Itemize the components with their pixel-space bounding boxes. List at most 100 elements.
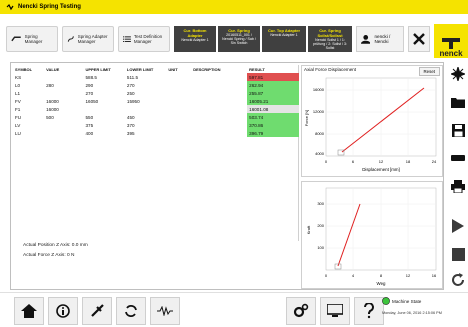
bottom-adapter-value: Nencki Adapter 1 bbox=[181, 38, 209, 42]
adapter-manager-label: Spring Adapter Manager bbox=[77, 34, 108, 44]
table-cell-lower: 450 bbox=[126, 114, 135, 120]
table-cell-value bbox=[44, 73, 83, 81]
save-button[interactable] bbox=[448, 118, 468, 142]
table-cell-unit bbox=[166, 89, 191, 97]
spring-sollst-info: Cur. Spring Sollst/Sollsst Nencki Sollst… bbox=[308, 26, 352, 52]
machine-state-indicator-icon bbox=[382, 297, 390, 305]
tools-button[interactable] bbox=[82, 297, 112, 325]
table-cell-desc bbox=[191, 113, 247, 121]
actual-force-text: Actual Force Z Axis: 0 N bbox=[23, 253, 75, 258]
table-row[interactable]: LU 400 395 396.79 bbox=[13, 129, 299, 137]
table-row[interactable]: FV 16000 16050 15950 16005.21 bbox=[13, 97, 299, 105]
user-button[interactable]: nencki / Nencki bbox=[356, 26, 404, 52]
print-button[interactable] bbox=[448, 174, 468, 198]
table-cell-desc bbox=[191, 89, 247, 97]
stop-icon bbox=[451, 247, 465, 261]
home-button[interactable] bbox=[14, 297, 44, 325]
results-table: SYMBOL VALUE UPPER LIMIT LOWER LIMIT UNIT DES… bbox=[13, 65, 299, 137]
close-button[interactable] bbox=[408, 26, 430, 52]
table-cell-result: 262.94 bbox=[247, 81, 299, 89]
spring-manager-label: Spring Manager bbox=[24, 34, 43, 44]
list-icon bbox=[123, 36, 131, 42]
graph1-ytick: 8000 bbox=[315, 131, 325, 136]
table-cell-upper: 375 bbox=[85, 122, 94, 128]
spring-manager-button[interactable]: Spring Manager bbox=[6, 26, 58, 52]
title-bar: Nencki Spring Testing bbox=[0, 0, 468, 14]
actual-position-text: Actual Position Z Axis: 0.0 mm bbox=[23, 243, 88, 248]
table-row[interactable]: LV 375 370 370.86 bbox=[13, 121, 299, 129]
axis-status: Actual Position Z Axis: 0.0 mm Actual Fo… bbox=[23, 243, 88, 263]
tare-button[interactable] bbox=[448, 62, 468, 86]
waveform-button[interactable] bbox=[150, 297, 180, 325]
machine-state-label: Machine State bbox=[392, 298, 422, 304]
table-cell-value: 16000 bbox=[46, 98, 59, 104]
table-row[interactable]: L1 270 250 255.87 bbox=[13, 89, 299, 97]
table-row[interactable]: F1 16000 16001.08 bbox=[13, 105, 299, 113]
column-header: DESCRIPTION bbox=[193, 66, 221, 72]
play-button[interactable] bbox=[448, 214, 468, 238]
table-cell-result: 370.86 bbox=[247, 121, 299, 129]
bottom-adapter-header: Cur. Bottom Adapter bbox=[183, 28, 207, 38]
table-row[interactable]: L0 280 290 270 262.94 bbox=[13, 81, 299, 89]
cycle-button[interactable] bbox=[116, 297, 146, 325]
column-header: VALUE bbox=[46, 66, 60, 72]
test-definition-manager-label: Test Definition Manager bbox=[133, 34, 163, 44]
table-cell-upper bbox=[83, 105, 124, 113]
table-cell-unit bbox=[166, 113, 191, 121]
table-cell-unit bbox=[166, 97, 191, 105]
table-cell-value bbox=[44, 121, 83, 129]
play-icon bbox=[452, 219, 464, 233]
table-cell-value: 280 bbox=[46, 82, 54, 88]
stop-button[interactable] bbox=[448, 242, 468, 266]
table-cell-symbol: LV bbox=[15, 122, 21, 128]
graph1-xtick: 6 bbox=[352, 159, 355, 164]
results-table-container: SYMBOL VALUE UPPER LIMIT LOWER LIMIT UNIT DES… bbox=[13, 65, 299, 241]
table-row[interactable]: KS 588.5 511.5 597.81 bbox=[13, 73, 299, 81]
bottom-adapter-info: Cur. Bottom Adapter Nencki Adapter 1 bbox=[174, 26, 216, 52]
bottom-bar: Machine State Monday, June 06, 2016 2:15… bbox=[0, 292, 468, 327]
column-header: SYMBOL bbox=[15, 66, 33, 72]
graph2-xtick: 0 bbox=[325, 273, 328, 278]
axial-force-graph[interactable]: Axial Force Displacement Reset 16000 120… bbox=[301, 65, 443, 177]
column-header: RESULT bbox=[249, 66, 265, 72]
info-button[interactable] bbox=[48, 297, 78, 325]
table-cell-desc bbox=[191, 97, 247, 105]
graph1-xtick: 0 bbox=[325, 159, 328, 164]
adapter-manager-button[interactable]: Spring Adapter Manager bbox=[62, 26, 114, 52]
top-adapter-value: Nencki Adapter 1 bbox=[270, 33, 298, 37]
table-cell-result: 503.74 bbox=[247, 113, 299, 121]
table-cell-lower: 395 bbox=[126, 130, 135, 136]
cycle-arrows-icon bbox=[125, 305, 137, 317]
graph2-xlabel: Weg bbox=[377, 281, 387, 286]
table-cell-symbol: L0 bbox=[15, 82, 21, 88]
table-cell-unit bbox=[166, 105, 191, 113]
table-cell-result: 16005.21 bbox=[247, 97, 299, 105]
table-cell-upper: 400 bbox=[85, 130, 94, 136]
gear-icon bbox=[293, 303, 309, 318]
table-cell-result: 396.79 bbox=[247, 129, 299, 137]
printer-icon bbox=[451, 179, 465, 193]
open-folder-button[interactable] bbox=[448, 90, 468, 114]
spring-app-icon bbox=[6, 3, 14, 11]
display-button[interactable] bbox=[320, 297, 350, 325]
table-cell-upper: 550 bbox=[85, 114, 94, 120]
table-cell-lower bbox=[125, 105, 166, 113]
minus-button[interactable] bbox=[448, 146, 468, 170]
settings-button[interactable] bbox=[286, 297, 316, 325]
table-cell-value bbox=[44, 129, 83, 137]
table-cell-upper: 270 bbox=[85, 90, 94, 96]
refresh-icon bbox=[452, 273, 464, 286]
help-button[interactable] bbox=[354, 297, 384, 325]
table-cell-value: 500 bbox=[46, 114, 54, 120]
column-header: LOWER LIMIT bbox=[126, 66, 154, 72]
column-header: UNIT bbox=[168, 66, 178, 72]
reset-cycle-button[interactable] bbox=[448, 268, 468, 292]
table-row[interactable]: FU 500 550 450 503.74 bbox=[13, 113, 299, 121]
graph1-ytick: 12000 bbox=[313, 109, 325, 114]
top-toolbar: Spring Manager Spring Adapter Manager Te… bbox=[0, 14, 468, 66]
kraft-weg-graph[interactable]: 300 200 100 0 4 8 12 16 Weg Kraft bbox=[301, 181, 443, 289]
graph2-xtick: 12 bbox=[406, 273, 411, 278]
table-cell-symbol: L1 bbox=[15, 90, 21, 96]
minus-bar-icon bbox=[451, 155, 465, 161]
test-definition-manager-button[interactable]: Test Definition Manager bbox=[118, 26, 170, 52]
